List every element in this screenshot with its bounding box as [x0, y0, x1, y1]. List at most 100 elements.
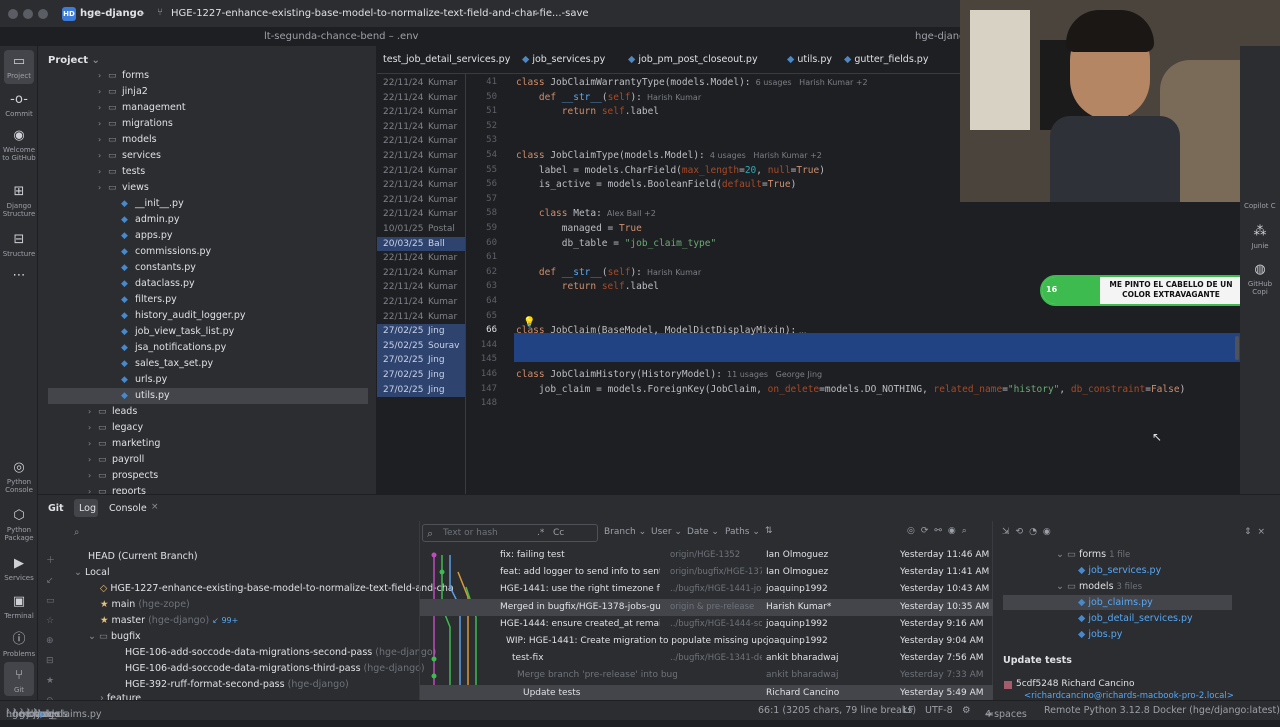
- blame-annotation[interactable]: 22/11/24 Kumar: [377, 280, 465, 295]
- tree-file[interactable]: ◆ sales_tax_set.py: [38, 356, 376, 372]
- chevron-right-icon[interactable]: ›: [88, 420, 98, 436]
- filter-paths[interactable]: Paths ⌄: [725, 527, 760, 537]
- tool-git-button[interactable]: ⑂ Git: [0, 668, 38, 694]
- tree-file[interactable]: ◆ dataclass.py: [38, 276, 376, 292]
- branch-item[interactable]: ◇ HGE-1227-enhance-existing-base-model-t…: [100, 583, 454, 594]
- blame-annotation[interactable]: 22/11/24 Kumar: [377, 120, 465, 135]
- changes-folder-forms[interactable]: ⌄ ▭ forms 1 file: [1056, 549, 1130, 560]
- filter-branch[interactable]: Branch ⌄: [604, 527, 646, 537]
- blame-annotation[interactable]: 22/11/24 Kumar: [377, 178, 465, 193]
- tree-folder[interactable]: › ▭ migrations: [38, 116, 376, 132]
- blame-annotation[interactable]: 20/03/25 Ball: [377, 236, 465, 252]
- tree-file[interactable]: ◆ filters.py: [38, 292, 376, 308]
- tool-problems-button[interactable]: ⓘ Problems: [0, 632, 38, 658]
- line-ending[interactable]: LF: [903, 705, 914, 716]
- tool-project-button[interactable]: ▭ Project: [0, 54, 38, 80]
- branch-item[interactable]: HGE-392-ruff-format-second-pass (hge-dja…: [125, 679, 349, 690]
- tab-console[interactable]: Console: [109, 503, 147, 514]
- chevron-right-icon[interactable]: ›: [98, 116, 108, 132]
- chevron-right-icon[interactable]: ›: [88, 404, 98, 420]
- bugfix-group[interactable]: ⌄ ▭ bugfix: [88, 631, 141, 642]
- chevron-right-icon[interactable]: ›: [98, 148, 108, 164]
- code-line[interactable]: is_active = models.BooleanField(default=…: [516, 179, 796, 190]
- log-search-input[interactable]: ⌕ Text or hash .* Cc: [422, 524, 598, 542]
- tree-file[interactable]: ◆ constants.py: [38, 260, 376, 276]
- tree-file[interactable]: ◆ admin.py: [38, 212, 376, 228]
- blame-annotation[interactable]: 22/11/24 Kumar: [377, 91, 465, 106]
- blame-annotation[interactable]: 27/02/25 Jing: [377, 353, 465, 368]
- maximize-window-button[interactable]: [38, 9, 48, 19]
- editor-tab[interactable]: test_job_detail_services.py: [383, 54, 510, 65]
- branch-item[interactable]: HGE-106-add-soccode-data-migrations-seco…: [125, 647, 436, 658]
- changed-file[interactable]: ◆ job_services.py: [1078, 565, 1161, 576]
- blame-annotation[interactable]: 22/11/24 Kumar: [377, 207, 465, 222]
- code-line[interactable]: class JobClaimType(models.Model): 4 usag…: [516, 150, 822, 161]
- lightbulb-icon[interactable]: 💡: [523, 317, 535, 328]
- blame-annotation[interactable]: 22/11/24 Kumar: [377, 105, 465, 120]
- chevron-right-icon[interactable]: ›: [88, 452, 98, 468]
- tree-folder[interactable]: › ▭ reports: [38, 484, 376, 494]
- tree-folder[interactable]: › ▭ models: [38, 132, 376, 148]
- code-line[interactable]: class JobClaim(BaseModel, ModelDictDispl…: [516, 325, 806, 336]
- editor-tab[interactable]: ◆ gutter_fields.py: [844, 54, 928, 65]
- tool-structure-button[interactable]: ⊟ Structure: [0, 232, 38, 258]
- tool-python-console-button[interactable]: ◎ Python Console: [0, 460, 38, 494]
- tool-terminal-button[interactable]: ▣ Terminal: [0, 594, 38, 620]
- commit-row[interactable]: fix: failing test origin/HGE-1352 Ian Olmo…: [420, 547, 993, 564]
- tree-folder[interactable]: › ▭ management: [38, 100, 376, 116]
- blame-annotation[interactable]: 22/11/24 Kumar: [377, 134, 465, 149]
- changed-file[interactable]: ◆ job_detail_services.py: [1078, 613, 1193, 624]
- editor-tab[interactable]: ◆ job_pm_post_closeout.py: [628, 54, 758, 65]
- blame-annotation[interactable]: 25/02/25 Sourav: [377, 338, 465, 354]
- commit-row[interactable]: feat: add logger to send info to sentry o…: [420, 564, 993, 581]
- tool-junie-button[interactable]: ⁂ Junie: [1241, 224, 1279, 250]
- commit-row[interactable]: HGE-1444: ensure created_at remains ../bu…: [420, 616, 993, 633]
- tool-github-copilot-button[interactable]: ◍ GitHub Copi: [1241, 262, 1279, 296]
- tree-file[interactable]: ◆ urls.py: [38, 372, 376, 388]
- tree-folder[interactable]: › ▭ jinja2: [38, 84, 376, 100]
- commit-row[interactable]: HGE-1441: use the right timezone func ../…: [420, 581, 993, 598]
- chevron-right-icon[interactable]: ›: [98, 84, 108, 100]
- chevron-right-icon[interactable]: ›: [88, 468, 98, 484]
- close-window-button[interactable]: [8, 9, 18, 19]
- blame-annotation[interactable]: 27/02/25 Jing: [377, 382, 465, 398]
- filter-user[interactable]: User ⌄: [651, 527, 682, 537]
- tool-github-button[interactable]: ◉ Welcome to GitHub: [0, 128, 38, 162]
- tool-django-button[interactable]: ⊞ Django Structure: [0, 184, 38, 218]
- blame-annotation[interactable]: 22/11/24 Kumar: [377, 251, 465, 266]
- tool-python-package-button[interactable]: ⬡ Python Package: [0, 508, 38, 542]
- blame-annotation[interactable]: 22/11/24 Kumar: [377, 295, 465, 310]
- log-toolbar-icons[interactable]: ◎⟳⚯◉⌕: [907, 526, 973, 536]
- python-interpreter[interactable]: Remote Python 3.12.8 Docker (hge/django:…: [1044, 705, 1280, 716]
- blame-annotation[interactable]: 22/11/24 Kumar: [377, 310, 465, 325]
- sort-icon[interactable]: ⇅: [765, 526, 773, 536]
- tree-file[interactable]: ◆ history_audit_logger.py: [38, 308, 376, 324]
- caret-position[interactable]: 66:1 (3205 chars, 79 line breaks): [758, 705, 916, 716]
- code-line[interactable]: db_table = "job_claim_type": [516, 238, 716, 249]
- code-line[interactable]: job_claim = models.ForeignKey(JobClaim, …: [516, 384, 1185, 395]
- commit-row[interactable]: test-fix ../bugfix/HGE-1341-de ankit bhara…: [420, 650, 993, 667]
- branch-selector[interactable]: HGE-1227-enhance-existing-base-model-to-…: [171, 8, 589, 19]
- tool-commit-button[interactable]: -o- Commit: [0, 92, 38, 118]
- editor-scrollbar[interactable]: [1235, 336, 1239, 360]
- minimize-window-button[interactable]: [23, 9, 33, 19]
- tree-folder[interactable]: › ▭ views: [38, 180, 376, 196]
- tree-file[interactable]: ◆ apps.py: [38, 228, 376, 244]
- tree-file[interactable]: ◆ commissions.py: [38, 244, 376, 260]
- chevron-right-icon[interactable]: ›: [88, 484, 98, 494]
- changed-file[interactable]: ◆ job_claims.py: [1078, 597, 1153, 608]
- blame-annotation[interactable]: [377, 397, 465, 412]
- changed-file[interactable]: ◆ jobs.py: [1078, 629, 1122, 640]
- chevron-right-icon[interactable]: ›: [98, 68, 108, 84]
- chevron-right-icon[interactable]: ›: [98, 132, 108, 148]
- branch-item[interactable]: ★ main (hge-zope): [100, 599, 190, 610]
- tree-folder[interactable]: › ▭ prospects: [38, 468, 376, 484]
- close-icon[interactable]: ×: [151, 502, 159, 512]
- blame-annotation[interactable]: 27/02/25 Jing: [377, 324, 465, 339]
- search-icon[interactable]: ⌕: [74, 527, 79, 538]
- blame-annotation[interactable]: 22/11/24 Kumar: [377, 193, 465, 208]
- blame-annotation[interactable]: 22/11/24 Kumar: [377, 76, 465, 91]
- commit-row[interactable]: Merge branch 'pre-release' into bugfix/H…: [420, 667, 993, 684]
- tree-folder[interactable]: › ▭ services: [38, 148, 376, 164]
- editor-tab[interactable]: ◆ utils.py: [787, 54, 832, 65]
